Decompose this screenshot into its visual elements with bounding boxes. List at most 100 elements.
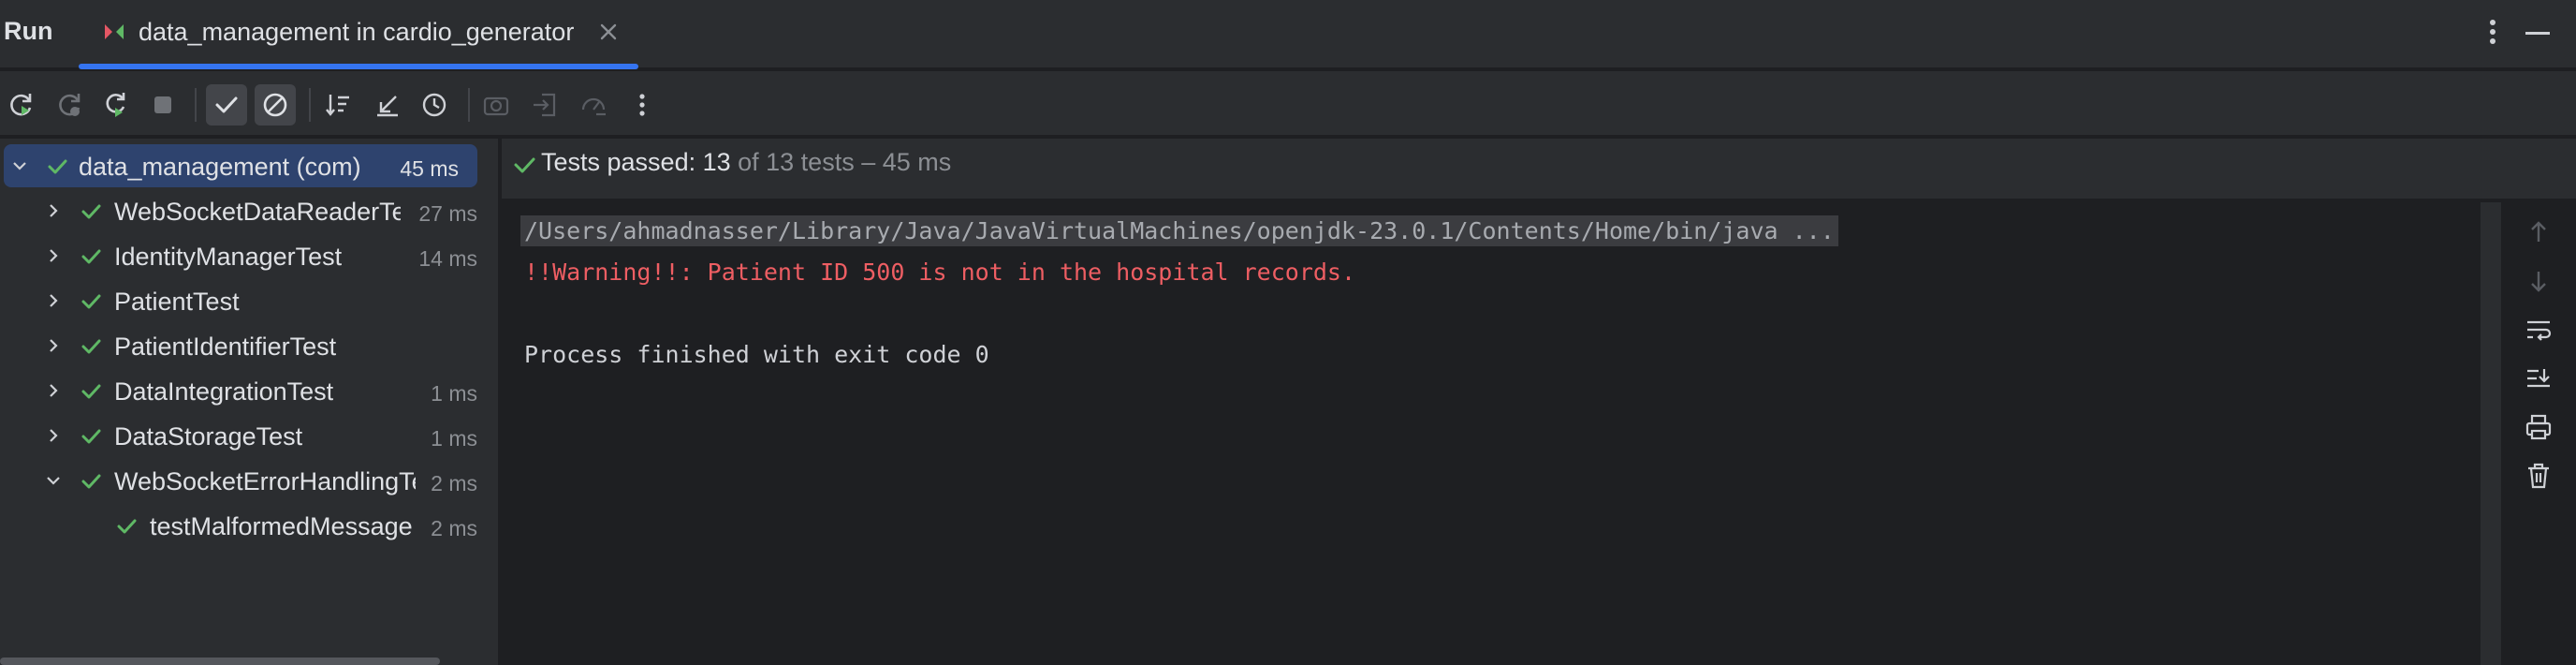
tree-row[interactable]: WebSocketErrorHandlingTest 2 ms bbox=[0, 459, 498, 502]
tree-row-root[interactable]: data_management (com) 45 ms bbox=[4, 144, 477, 187]
import-tests-icon bbox=[534, 93, 556, 117]
chevron-down-icon[interactable] bbox=[9, 155, 30, 176]
tests-summary: of 13 tests – 45 ms bbox=[730, 148, 952, 176]
tree-row-time: 1 ms bbox=[431, 426, 477, 451]
run-tool-window: Run data_management in cardio_generator bbox=[0, 0, 2576, 665]
tree-row-time: 45 ms bbox=[400, 156, 459, 181]
rerun-icon bbox=[10, 94, 32, 116]
tree-row[interactable]: PatientIdentifierTest bbox=[0, 324, 498, 367]
test-output-panel: Tests passed: 13 of 13 tests – 45 ms /Us… bbox=[502, 139, 2576, 665]
show-passed-icon bbox=[215, 96, 238, 113]
chevron-down-icon[interactable] bbox=[43, 470, 64, 491]
close-icon[interactable] bbox=[597, 21, 620, 43]
tests-passed-label: Tests passed: 13 bbox=[541, 148, 731, 176]
tree-row-label: data_management (com) bbox=[79, 153, 361, 181]
passed-check-icon bbox=[81, 384, 101, 399]
passed-check-icon bbox=[81, 249, 101, 264]
rerun-failed-icon bbox=[59, 94, 80, 116]
print-icon[interactable] bbox=[2522, 410, 2555, 444]
horizontal-scrollbar[interactable] bbox=[0, 658, 440, 665]
junit-config-icon bbox=[105, 24, 124, 39]
tree-row-label: DataStorageTest bbox=[114, 422, 303, 451]
stop-button[interactable] bbox=[142, 84, 183, 126]
sort-by-duration-button[interactable] bbox=[414, 84, 455, 126]
tree-row-time: 1 ms bbox=[431, 381, 477, 406]
passed-check-icon bbox=[117, 519, 137, 534]
passed-check-icon bbox=[81, 429, 101, 444]
chevron-right-icon[interactable] bbox=[43, 380, 64, 401]
tree-row-time: 2 ms bbox=[431, 471, 477, 495]
export-tests-button[interactable] bbox=[573, 84, 614, 126]
run-title: Run bbox=[4, 17, 53, 45]
console-exit-line: Process finished with exit code 0 bbox=[524, 341, 989, 368]
scroll-down-icon[interactable] bbox=[2522, 264, 2555, 298]
chevron-right-icon[interactable] bbox=[43, 425, 64, 446]
tree-row[interactable]: DataStorageTest 1 ms bbox=[0, 414, 498, 457]
chevron-right-icon[interactable] bbox=[43, 335, 64, 356]
tree-row-label: testMalformedMessage bbox=[150, 512, 413, 540]
tab-data-management[interactable]: data_management in cardio_generator bbox=[79, 0, 638, 69]
tree-row-label: IdentityManagerTest bbox=[114, 243, 343, 271]
sort-by-duration-icon bbox=[422, 93, 446, 117]
console-side-toolbar bbox=[2501, 202, 2576, 665]
more-icon bbox=[639, 94, 645, 116]
tree-row[interactable]: DataIntegrationTest 1 ms bbox=[0, 369, 498, 412]
console-warning-line: !!Warning!!: Patient ID 500 is not in th… bbox=[524, 259, 1356, 286]
tree-row-label: WebSocketDataReaderTest bbox=[114, 198, 401, 226]
toolbar-separator bbox=[309, 88, 311, 122]
passed-check-icon bbox=[81, 474, 101, 489]
show-ignored-icon bbox=[263, 93, 287, 117]
test-status-text: Tests passed: 13 of 13 tests – 45 ms bbox=[541, 148, 951, 177]
soft-wrap-icon[interactable] bbox=[2522, 313, 2555, 347]
vertical-scrollbar[interactable] bbox=[2481, 202, 2501, 665]
clear-icon[interactable] bbox=[2522, 459, 2555, 493]
rerun-button[interactable] bbox=[0, 84, 41, 126]
import-tests-button[interactable] bbox=[524, 84, 565, 126]
passed-check-icon bbox=[81, 339, 101, 354]
run-toolbar bbox=[0, 71, 2576, 137]
export-tests-icon bbox=[581, 97, 606, 116]
tree-row-time: 14 ms bbox=[418, 246, 477, 271]
sort-alphabetically-button[interactable] bbox=[318, 84, 359, 126]
tree-row-label: DataIntegrationTest bbox=[114, 377, 334, 406]
screenshot-icon bbox=[483, 96, 509, 116]
collapse-all-button[interactable] bbox=[367, 84, 408, 126]
chevron-right-icon[interactable] bbox=[43, 200, 64, 221]
toggle-auto-test-icon bbox=[106, 93, 125, 117]
run-header: Run data_management in cardio_generator bbox=[0, 0, 2576, 69]
test-status-bar: Tests passed: 13 of 13 tests – 45 ms bbox=[502, 139, 2576, 200]
stop-icon bbox=[154, 96, 171, 113]
tree-row[interactable]: PatientTest bbox=[0, 279, 498, 322]
passed-check-icon bbox=[514, 157, 535, 173]
console-output[interactable]: /Users/ahmadnasser/Library/Java/JavaVirt… bbox=[502, 202, 2481, 665]
chevron-right-icon[interactable] bbox=[43, 245, 64, 266]
toolbar-separator bbox=[195, 88, 197, 122]
more-options-icon[interactable] bbox=[2479, 15, 2507, 49]
screenshot-button[interactable] bbox=[476, 84, 517, 126]
tree-row-time: 2 ms bbox=[431, 516, 477, 540]
tree-row-label: PatientIdentifierTest bbox=[114, 332, 337, 361]
tree-row[interactable]: testMalformedMessage 2 ms bbox=[0, 504, 498, 547]
scroll-up-icon[interactable] bbox=[2522, 215, 2555, 249]
scroll-to-end-icon[interactable] bbox=[2522, 362, 2555, 395]
chevron-right-icon[interactable] bbox=[43, 290, 64, 311]
tab-selected-indicator bbox=[79, 64, 638, 69]
passed-check-icon bbox=[81, 204, 101, 219]
tab-label: data_management in cardio_generator bbox=[139, 18, 575, 46]
sort-alphabetically-icon bbox=[326, 95, 349, 116]
minimize-icon[interactable] bbox=[2525, 32, 2550, 35]
console-command-line[interactable]: /Users/ahmadnasser/Library/Java/JavaVirt… bbox=[520, 215, 1838, 246]
more-button[interactable] bbox=[622, 84, 663, 126]
toolbar-separator bbox=[468, 88, 470, 122]
toggle-auto-test-button[interactable] bbox=[95, 84, 137, 126]
test-tree: data_management (com) 45 ms WebSocketDat… bbox=[0, 139, 500, 665]
tree-row-time: 27 ms bbox=[418, 201, 477, 226]
show-ignored-button[interactable] bbox=[255, 84, 296, 126]
tree-row-label: WebSocketErrorHandlingTest bbox=[114, 467, 416, 495]
show-passed-button[interactable] bbox=[206, 84, 247, 126]
rerun-failed-button[interactable] bbox=[49, 84, 90, 126]
tree-row[interactable]: WebSocketDataReaderTest 27 ms bbox=[0, 189, 498, 232]
passed-check-icon bbox=[48, 159, 67, 174]
tree-row-label: PatientTest bbox=[114, 288, 240, 316]
tree-row[interactable]: IdentityManagerTest 14 ms bbox=[0, 234, 498, 277]
